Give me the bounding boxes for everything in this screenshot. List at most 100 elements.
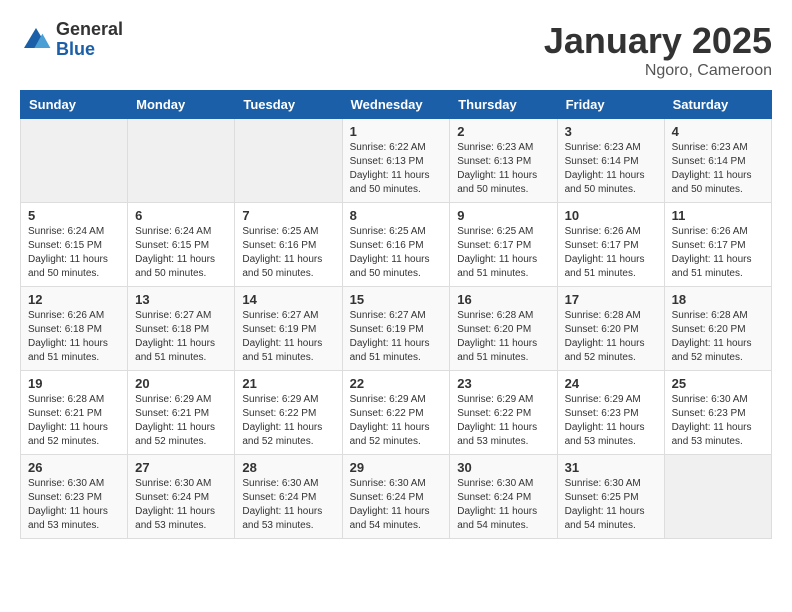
day-number: 17 (565, 292, 657, 307)
day-info: Sunrise: 6:28 AM Sunset: 6:20 PM Dayligh… (672, 309, 764, 365)
day-info: Sunrise: 6:25 AM Sunset: 6:17 PM Dayligh… (457, 225, 549, 281)
day-number: 12 (28, 292, 120, 307)
logo-blue: Blue (56, 40, 123, 60)
calendar-cell (128, 119, 235, 203)
day-number: 25 (672, 376, 764, 391)
calendar-cell: 25 Sunrise: 6:30 AM Sunset: 6:23 PM Dayli… (664, 371, 771, 455)
day-number: 8 (350, 208, 443, 223)
calendar-cell: 3Sunrise: 6:23 AM Sunset: 6:14 PM Daylig… (557, 119, 664, 203)
day-number: 3 (565, 124, 657, 139)
day-info: Sunrise: 6:26 AM Sunset: 6:17 PM Dayligh… (565, 225, 657, 281)
logo-general: General (56, 20, 123, 40)
day-info: Sunrise: 6:29 AM Sunset: 6:22 PM Dayligh… (242, 393, 334, 449)
logo-icon (20, 24, 52, 56)
day-info: Sunrise: 6:25 AM Sunset: 6:16 PM Dayligh… (242, 225, 334, 281)
weekday-header-row: SundayMondayTuesdayWednesdayThursdayFrid… (21, 91, 772, 119)
calendar-cell: 21 Sunrise: 6:29 AM Sunset: 6:22 PM Dayli… (235, 371, 342, 455)
calendar-subtitle: Ngoro, Cameroon (544, 62, 772, 80)
day-number: 20 (135, 376, 227, 391)
day-number: 11 (672, 208, 764, 223)
day-number: 5 (28, 208, 120, 223)
day-number: 31 (565, 460, 657, 475)
day-number: 28 (242, 460, 334, 475)
calendar-cell: 29 Sunrise: 6:30 AM Sunset: 6:24 PM Dayli… (342, 455, 450, 539)
day-info: Sunrise: 6:30 AM Sunset: 6:24 PM Dayligh… (135, 477, 227, 533)
day-number: 15 (350, 292, 443, 307)
weekday-header-monday: Monday (128, 91, 235, 119)
day-info: Sunrise: 6:24 AM Sunset: 6:15 PM Dayligh… (135, 225, 227, 281)
weekday-header-tuesday: Tuesday (235, 91, 342, 119)
title-section: January 2025 Ngoro, Cameroon (544, 20, 772, 80)
weekday-header-friday: Friday (557, 91, 664, 119)
day-number: 22 (350, 376, 443, 391)
calendar-cell: 5 Sunrise: 6:24 AM Sunset: 6:15 PM Daylig… (21, 203, 128, 287)
calendar-cell: 19 Sunrise: 6:28 AM Sunset: 6:21 PM Dayli… (21, 371, 128, 455)
day-number: 16 (457, 292, 549, 307)
calendar-cell: 18 Sunrise: 6:28 AM Sunset: 6:20 PM Dayli… (664, 287, 771, 371)
calendar-cell: 9 Sunrise: 6:25 AM Sunset: 6:17 PM Daylig… (450, 203, 557, 287)
day-info: Sunrise: 6:30 AM Sunset: 6:23 PM Dayligh… (672, 393, 764, 449)
day-info: Sunrise: 6:29 AM Sunset: 6:21 PM Dayligh… (135, 393, 227, 449)
calendar-cell: 12 Sunrise: 6:26 AM Sunset: 6:18 PM Dayli… (21, 287, 128, 371)
day-number: 2 (457, 124, 549, 139)
week-row-4: 19 Sunrise: 6:28 AM Sunset: 6:21 PM Dayli… (21, 371, 772, 455)
page-header: General Blue January 2025 Ngoro, Cameroo… (20, 20, 772, 80)
calendar-title: January 2025 (544, 20, 772, 62)
day-number: 18 (672, 292, 764, 307)
day-info: Sunrise: 6:30 AM Sunset: 6:24 PM Dayligh… (242, 477, 334, 533)
calendar-cell: 13 Sunrise: 6:27 AM Sunset: 6:18 PM Dayli… (128, 287, 235, 371)
day-number: 9 (457, 208, 549, 223)
weekday-header-thursday: Thursday (450, 91, 557, 119)
day-info: Sunrise: 6:28 AM Sunset: 6:20 PM Dayligh… (565, 309, 657, 365)
calendar-cell: 14 Sunrise: 6:27 AM Sunset: 6:19 PM Dayli… (235, 287, 342, 371)
day-info: Sunrise: 6:30 AM Sunset: 6:23 PM Dayligh… (28, 477, 120, 533)
weekday-header-saturday: Saturday (664, 91, 771, 119)
day-number: 29 (350, 460, 443, 475)
calendar-cell: 17 Sunrise: 6:28 AM Sunset: 6:20 PM Dayli… (557, 287, 664, 371)
calendar-cell: 6 Sunrise: 6:24 AM Sunset: 6:15 PM Daylig… (128, 203, 235, 287)
day-info: Sunrise: 6:28 AM Sunset: 6:20 PM Dayligh… (457, 309, 549, 365)
calendar-cell: 30Sunrise: 6:30 AM Sunset: 6:24 PM Dayli… (450, 455, 557, 539)
day-number: 6 (135, 208, 227, 223)
calendar-cell (664, 455, 771, 539)
calendar-cell: 28 Sunrise: 6:30 AM Sunset: 6:24 PM Dayli… (235, 455, 342, 539)
day-number: 14 (242, 292, 334, 307)
day-info: Sunrise: 6:23 AM Sunset: 6:13 PM Dayligh… (457, 141, 549, 197)
day-info: Sunrise: 6:26 AM Sunset: 6:18 PM Dayligh… (28, 309, 120, 365)
day-number: 26 (28, 460, 120, 475)
day-info: Sunrise: 6:30 AM Sunset: 6:24 PM Dayligh… (457, 477, 549, 533)
logo-text: General Blue (56, 20, 123, 60)
day-info: Sunrise: 6:30 AM Sunset: 6:25 PM Dayligh… (565, 477, 657, 533)
week-row-5: 26 Sunrise: 6:30 AM Sunset: 6:23 PM Dayli… (21, 455, 772, 539)
weekday-header-wednesday: Wednesday (342, 91, 450, 119)
week-row-2: 5 Sunrise: 6:24 AM Sunset: 6:15 PM Daylig… (21, 203, 772, 287)
day-number: 21 (242, 376, 334, 391)
calendar-cell: 11 Sunrise: 6:26 AM Sunset: 6:17 PM Dayli… (664, 203, 771, 287)
day-info: Sunrise: 6:23 AM Sunset: 6:14 PM Dayligh… (672, 141, 764, 197)
day-number: 27 (135, 460, 227, 475)
calendar-cell: 27 Sunrise: 6:30 AM Sunset: 6:24 PM Dayli… (128, 455, 235, 539)
calendar-cell: 1Sunrise: 6:22 AM Sunset: 6:13 PM Daylig… (342, 119, 450, 203)
day-info: Sunrise: 6:29 AM Sunset: 6:23 PM Dayligh… (565, 393, 657, 449)
calendar-cell (235, 119, 342, 203)
week-row-1: 1Sunrise: 6:22 AM Sunset: 6:13 PM Daylig… (21, 119, 772, 203)
day-number: 19 (28, 376, 120, 391)
day-number: 13 (135, 292, 227, 307)
weekday-header-sunday: Sunday (21, 91, 128, 119)
day-info: Sunrise: 6:27 AM Sunset: 6:19 PM Dayligh… (242, 309, 334, 365)
logo: General Blue (20, 20, 123, 60)
calendar-cell: 23Sunrise: 6:29 AM Sunset: 6:22 PM Dayli… (450, 371, 557, 455)
day-number: 10 (565, 208, 657, 223)
day-info: Sunrise: 6:24 AM Sunset: 6:15 PM Dayligh… (28, 225, 120, 281)
calendar-cell: 31 Sunrise: 6:30 AM Sunset: 6:25 PM Dayli… (557, 455, 664, 539)
day-info: Sunrise: 6:26 AM Sunset: 6:17 PM Dayligh… (672, 225, 764, 281)
day-info: Sunrise: 6:27 AM Sunset: 6:18 PM Dayligh… (135, 309, 227, 365)
calendar-table: SundayMondayTuesdayWednesdayThursdayFrid… (20, 90, 772, 539)
calendar-cell: 8Sunrise: 6:25 AM Sunset: 6:16 PM Daylig… (342, 203, 450, 287)
calendar-cell: 16 Sunrise: 6:28 AM Sunset: 6:20 PM Dayli… (450, 287, 557, 371)
day-info: Sunrise: 6:28 AM Sunset: 6:21 PM Dayligh… (28, 393, 120, 449)
day-info: Sunrise: 6:30 AM Sunset: 6:24 PM Dayligh… (350, 477, 443, 533)
day-info: Sunrise: 6:29 AM Sunset: 6:22 PM Dayligh… (350, 393, 443, 449)
calendar-cell: 2 Sunrise: 6:23 AM Sunset: 6:13 PM Daylig… (450, 119, 557, 203)
day-info: Sunrise: 6:29 AM Sunset: 6:22 PM Dayligh… (457, 393, 549, 449)
